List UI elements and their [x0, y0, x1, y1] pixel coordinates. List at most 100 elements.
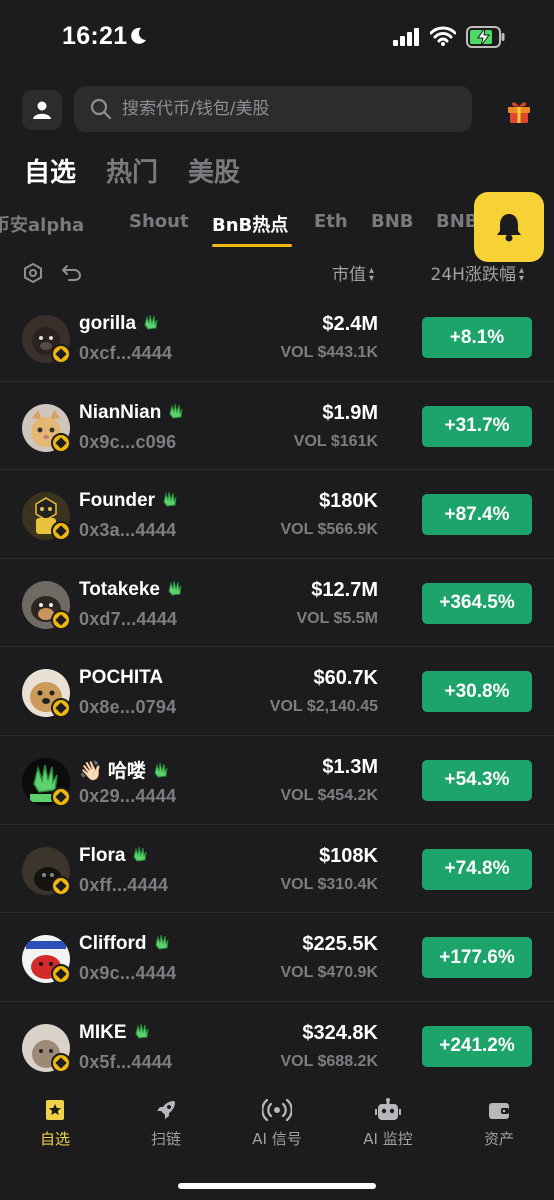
hand-icon [133, 846, 147, 862]
search-box[interactable] [74, 86, 472, 132]
sub-tab-binance-alpha[interactable]: 币安alpha [0, 211, 84, 237]
token-name: Flora [79, 845, 149, 867]
change-badge[interactable]: +30.8% [422, 671, 532, 713]
broadcast-icon [262, 1098, 292, 1122]
moon-icon [131, 27, 146, 44]
tab-hot[interactable]: 热门 [106, 152, 158, 189]
bnb-chain-badge [51, 875, 71, 896]
market-cap: $60.7K [313, 667, 379, 690]
market-cap: $1.3M [322, 755, 378, 778]
signal-icon [393, 28, 419, 46]
gift-icon[interactable] [506, 98, 532, 124]
tab-watchlist[interactable]: 自选 [24, 152, 76, 189]
token-address: 0xcf...4444 [79, 343, 173, 363]
token-name: NianNian [79, 402, 185, 424]
search-row [22, 86, 532, 132]
bnb-chain-badge [51, 698, 71, 719]
token-row[interactable]: MIKE 0x5f...4444 $324.8K VOL $688.2K +24… [0, 1002, 554, 1091]
nav-scan-chain[interactable]: 扫链 [121, 1098, 211, 1149]
sort-by-mcap[interactable]: 市值 ▴ ▾ [332, 260, 374, 285]
token-address: 0x9c...4444 [79, 963, 177, 984]
volume: VOL $310.4K [280, 875, 378, 893]
sub-tab-shout[interactable]: Shout [129, 211, 189, 232]
market-cap: $12.7M [311, 578, 378, 601]
token-name: Founder [79, 490, 179, 512]
wallet-icon [489, 1103, 509, 1119]
token-name: gorilla [79, 313, 160, 335]
bell-icon [497, 214, 521, 242]
change-badge[interactable]: +87.4% [422, 494, 532, 536]
search-icon [90, 98, 112, 120]
bnb-chain-badge [51, 609, 71, 630]
change-badge[interactable]: +177.6% [422, 937, 532, 979]
nav-ai-signal[interactable]: AI 信号 [232, 1098, 322, 1149]
alert-bell-button[interactable] [474, 192, 544, 262]
sub-tab-bnb-hot[interactable]: BnB热点 [212, 211, 288, 237]
bnb-chain-badge [51, 786, 71, 807]
volume: VOL $443.1K [280, 344, 378, 361]
token-row[interactable]: Flora 0xff...4444 $108K VOL $310.4K +74.… [0, 825, 554, 914]
sort-by-24h-change[interactable]: 24H涨跌幅 ▴ ▾ [431, 260, 524, 285]
bnb-chain-badge [51, 344, 71, 364]
list-header: 市值 ▴ ▾ 24H涨跌幅 ▴ ▾ [0, 258, 554, 288]
rocket-icon [157, 1101, 175, 1119]
sub-tab-eth[interactable]: Eth [314, 211, 348, 232]
bnb-chain-badge [51, 1052, 71, 1073]
nav-ai-monitor[interactable]: AI 监控 [343, 1098, 433, 1149]
token-address: 0x29...4444 [79, 785, 177, 806]
status-bar: 16:21 [0, 0, 554, 76]
token-row[interactable]: Totakeke 0xd7...4444 $12.7M VOL $5.5M +3… [0, 559, 554, 648]
wifi-icon [430, 26, 456, 46]
change-badge[interactable]: +241.2% [422, 1025, 532, 1067]
market-cap: $180K [319, 490, 378, 513]
change-badge[interactable]: +74.8% [422, 848, 532, 890]
market-cap: $324.8K [302, 1021, 378, 1044]
token-address: 0xff...4444 [79, 874, 169, 895]
hand-icon [169, 403, 183, 419]
market-cap: $225.5K [302, 933, 378, 956]
token-row[interactable]: 👋🏻 哈喽 0x29...4444 $1.3M VOL $454.2K +54.… [0, 736, 554, 825]
token-name: MIKE [79, 1022, 151, 1044]
volume: VOL $2,140.45 [269, 698, 378, 716]
volume: VOL $470.9K [280, 964, 378, 982]
sub-tabs: 币安alpha Shout BnB热点 Eth BNB BNB [0, 208, 480, 248]
change-badge[interactable]: +54.3% [422, 759, 532, 801]
profile-button[interactable] [22, 90, 62, 130]
token-list: gorilla 0xcf...4444 $2.4M VOL $443.1K +8… [0, 293, 554, 1091]
token-row[interactable]: Founder 0x3a...4444 $180K VOL $566.9K +8… [0, 470, 554, 559]
bnb-chain-badge [51, 964, 71, 985]
hand-icon [144, 314, 158, 330]
hand-icon [154, 762, 168, 778]
token-address: 0xd7...4444 [79, 608, 178, 629]
token-row[interactable]: Clifford 0x9c...4444 $225.5K VOL $470.9K… [0, 913, 554, 1002]
nav-watchlist[interactable]: 自选 [10, 1098, 100, 1149]
sub-tab-bnb-2[interactable]: BNB [436, 211, 479, 232]
undo-icon[interactable] [60, 262, 82, 284]
token-row[interactable]: gorilla 0xcf...4444 $2.4M VOL $443.1K +8… [0, 293, 554, 382]
change-badge[interactable]: +31.7% [422, 405, 532, 447]
token-address: 0x8e...0794 [79, 697, 177, 718]
search-input[interactable] [122, 99, 442, 119]
settings-hexagon-icon[interactable] [22, 262, 44, 284]
token-name: Clifford [79, 933, 171, 955]
token-address: 0x5f...4444 [79, 1051, 173, 1072]
status-time: 16:21 [62, 22, 128, 50]
change-badge[interactable]: +364.5% [422, 582, 532, 624]
market-cap: $1.9M [322, 401, 378, 424]
user-icon [33, 101, 51, 119]
volume: VOL $5.5M [296, 609, 378, 627]
sub-tab-bnb[interactable]: BNB [371, 211, 414, 232]
token-row[interactable]: NianNian 0x9c...c096 $1.9M VOL $161K +31… [0, 382, 554, 471]
token-address: 0x3a...4444 [79, 520, 177, 541]
volume: VOL $454.2K [280, 786, 378, 804]
nav-assets[interactable]: 资产 [454, 1098, 544, 1149]
token-row[interactable]: POCHITA 0x8e...0794 $60.7K VOL $2,140.45… [0, 647, 554, 736]
volume: VOL $566.9K [280, 521, 378, 539]
bnb-chain-badge [51, 521, 71, 542]
sort-caret-icon: ▴ ▾ [368, 265, 374, 284]
hand-icon [168, 580, 182, 596]
change-badge[interactable]: +8.1% [422, 317, 532, 358]
tab-us-stocks[interactable]: 美股 [188, 152, 240, 189]
hand-icon [163, 492, 177, 507]
hand-icon [155, 935, 169, 950]
